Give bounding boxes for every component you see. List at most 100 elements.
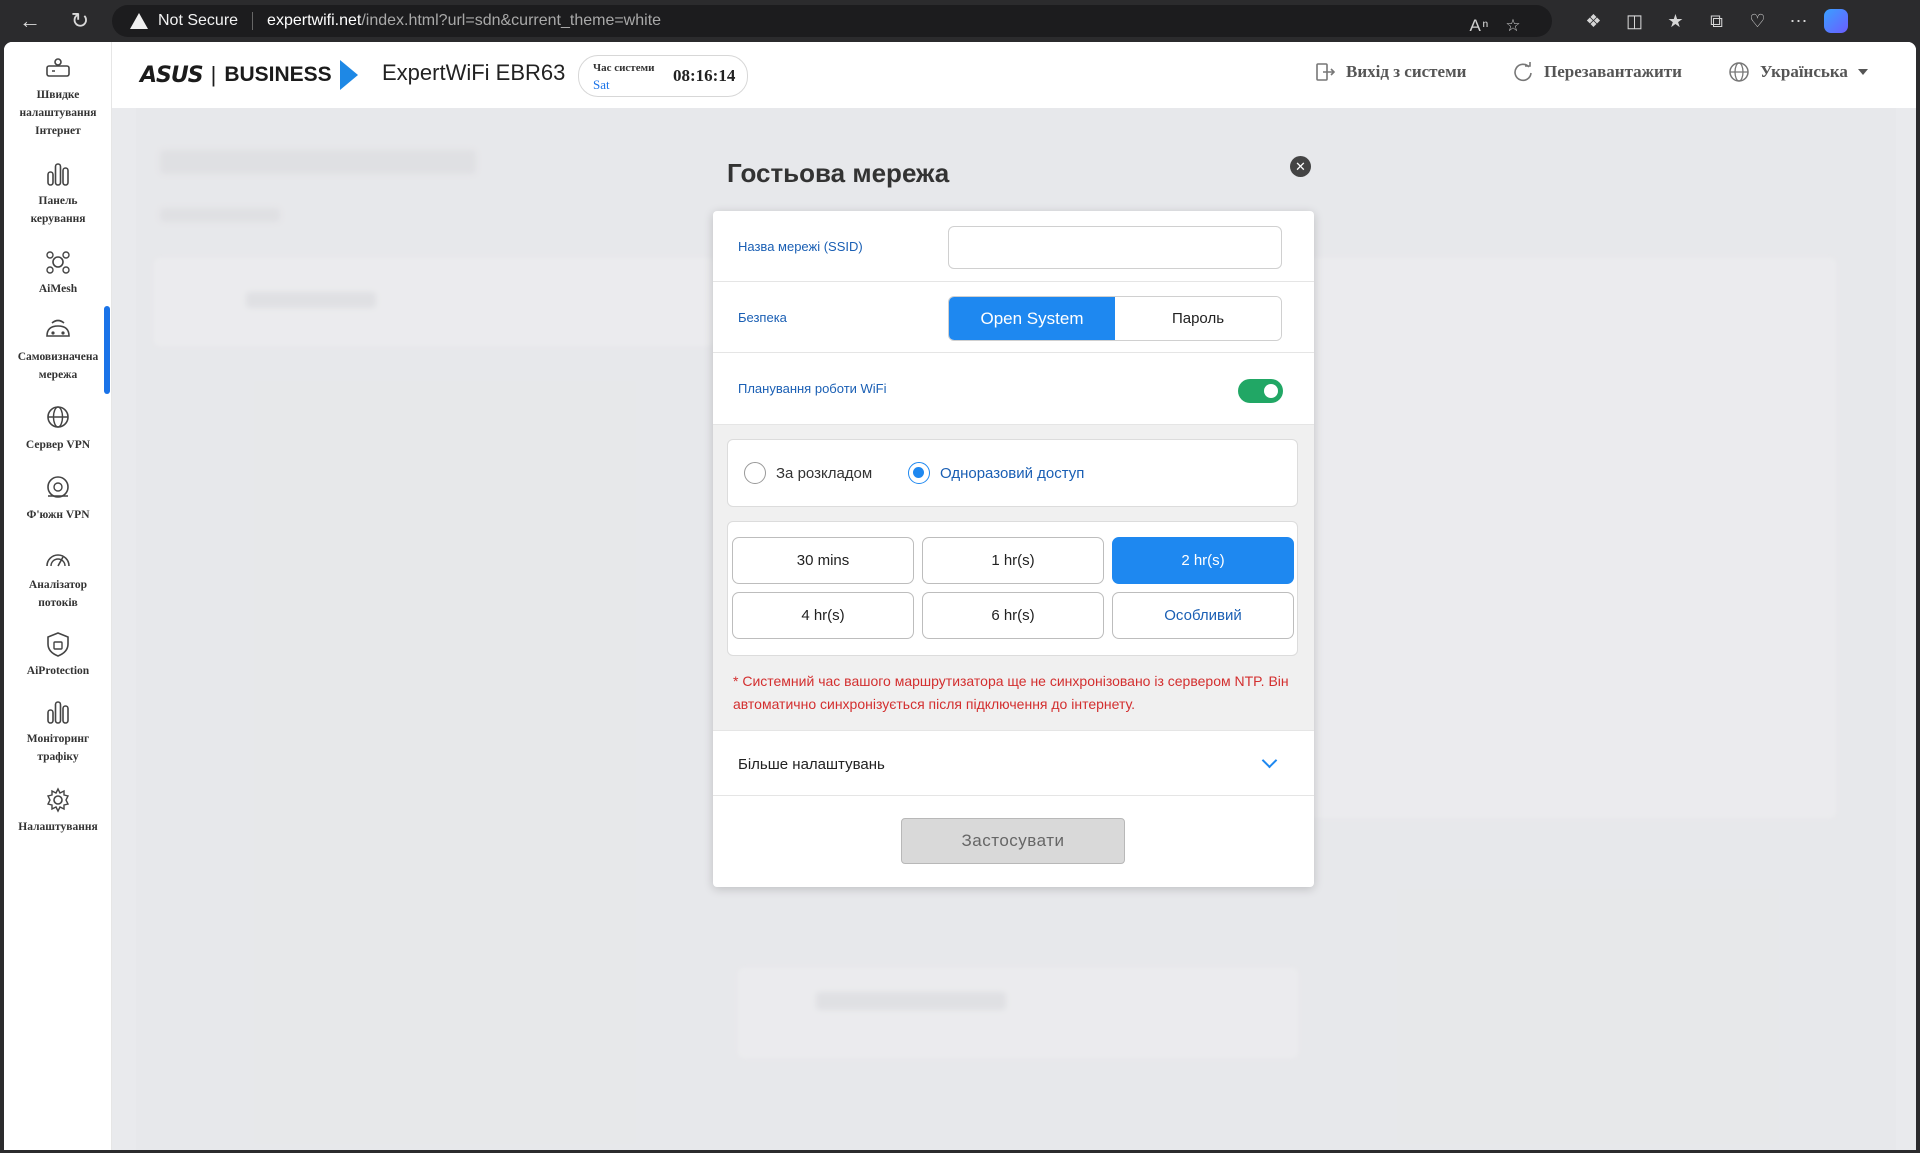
sidebar-item-vpn-server[interactable]: Сервер VPN [4,404,112,454]
split-screen-icon[interactable]: ◫ [1619,6,1650,36]
brand-chevron-icon [339,60,358,90]
url-path: /index.html?url=sdn&current_theme=white [361,12,662,29]
sidebar-item-label: Самовизначена мережа [17,351,99,381]
radio-unchecked-icon [744,462,766,484]
system-time-day: Sat [593,77,610,92]
router-setup-icon [46,58,70,77]
reload-icon[interactable]: ↻ [60,1,100,41]
language-label: Українська [1760,62,1848,81]
security-open-system-option[interactable]: Open System [949,297,1115,340]
sidebar-item-label: Швидке налаштування Інтернет [19,89,97,137]
modal-title: Гостьова мережа [727,158,950,188]
logout-label: Вихід з системи [1346,62,1467,81]
logout-icon [1316,63,1336,81]
duration-30-mins-button[interactable]: 30 mins [732,537,914,584]
sidebar-item-label: AiMesh [38,283,78,295]
wifi-schedule-label: Планування роботи WiFi [738,381,887,396]
sidebar-item-label: AiProtection [26,665,90,677]
security-label: Безпека [738,310,787,325]
sidebar: Швидке налаштування Інтернет Панель керу… [4,42,112,1150]
more-settings-toggle[interactable]: Більше налаштувань [713,730,1314,796]
shield-icon [47,632,69,657]
speedometer-icon [46,554,70,567]
system-time-clock: 08:16:14 [673,66,736,85]
brand-logo[interactable]: ASUS | BUSINESS [140,60,358,90]
language-selector[interactable]: Українська [1728,61,1868,83]
logout-button[interactable]: Вихід з системи [1314,61,1466,83]
asus-logo: ASUS [140,62,204,88]
browser-essentials-icon[interactable]: ♡ [1742,6,1773,36]
sidebar-item-label: Налаштування [18,821,98,833]
network-icon [46,319,70,337]
sidebar-item-flow-analyzer[interactable]: Аналізатор потоків [4,544,112,612]
collections-icon[interactable]: ⧉ [1701,6,1732,36]
vpn-globe-icon [47,406,69,428]
security-segmented-control: Open System Пароль [948,296,1282,341]
copilot-icon[interactable] [1824,9,1848,33]
schedule-mode-card: За розкладом Одноразовий доступ [727,439,1298,507]
more-settings-label: Більше налаштувань [738,756,885,773]
duration-2-hr-button[interactable]: 2 hr(s) [1112,537,1294,584]
sidebar-item-fusion-vpn[interactable]: Ф'южн VPN [4,474,112,524]
browser-toolbar: ← ↻ Not Secure expertwifi.net/index.html… [0,0,1920,42]
device-model: ExpertWiFi EBR63 [382,60,566,85]
back-arrow-icon[interactable]: ← [10,1,50,41]
duration-card: 30 mins 1 hr(s) 2 hr(s) 4 hr(s) 6 hr(s) … [727,521,1298,656]
radio-by-schedule[interactable]: За розкладом [744,462,872,484]
radio-one-time-access[interactable]: Одноразовий доступ [908,462,1084,484]
sidebar-item-label: Сервер VPN [25,439,91,451]
warning-icon [130,13,148,29]
sidebar-item-traffic-monitor[interactable]: Моніторинг трафіку [4,698,112,766]
logo-divider: | [210,62,217,87]
close-icon[interactable]: ✕ [1290,156,1311,177]
bar-chart-icon [47,163,69,186]
sidebar-item-settings[interactable]: Налаштування [4,786,112,836]
system-time-label: Час системи [593,62,655,74]
sidebar-item-label: Моніторинг трафіку [26,733,90,763]
top-header: ASUS | BUSINESS ExpertWiFi EBR63 Час сис… [112,42,1916,108]
sidebar-item-custom-network[interactable]: Самовизначена мережа [4,316,112,384]
wifi-schedule-toggle[interactable] [1238,379,1283,403]
sidebar-item-label: Ф'южн VPN [26,509,90,521]
duration-1-hr-button[interactable]: 1 hr(s) [922,537,1104,584]
system-time-box: Час системи Sat 08:16:14 [578,55,748,97]
business-label: BUSINESS [224,63,332,86]
traffic-chart-icon [47,701,69,724]
sidebar-item-quick-setup[interactable]: Швидке налаштування Інтернет [4,54,112,140]
more-menu-icon[interactable]: ⋯ [1783,6,1814,36]
duration-4-hr-button[interactable]: 4 hr(s) [732,592,914,639]
apply-button[interactable]: Застосувати [901,818,1125,864]
sidebar-item-dashboard[interactable]: Панель керування [4,160,112,228]
duration-custom-button[interactable]: Особливий [1112,592,1294,639]
mesh-icon [46,251,70,274]
ssid-row: Назва мережі (SSID) [713,211,1314,282]
extensions-icon[interactable]: ❖ [1578,6,1609,36]
reboot-icon [1514,62,1532,82]
radio-by-schedule-label: За розкладом [776,464,873,482]
security-password-option[interactable]: Пароль [1115,297,1281,340]
favorite-star-icon[interactable]: ☆ [1498,13,1528,39]
globe-icon [1729,62,1749,82]
sidebar-active-indicator [104,306,110,394]
address-bar[interactable]: Not Secure expertwifi.net/index.html?url… [112,5,1552,37]
sidebar-item-aiprotection[interactable]: AiProtection [4,630,112,680]
sidebar-item-label: Аналізатор потоків [28,579,88,609]
url-host: expertwifi.net [267,12,362,29]
sidebar-item-aimesh[interactable]: AiMesh [4,248,112,298]
radio-checked-icon [908,462,930,484]
page-viewport: Швидке налаштування Інтернет Панель керу… [4,42,1916,1150]
address-separator [252,12,254,30]
read-aloud-icon[interactable]: A ⁿ [1464,13,1494,39]
settings-gear-icon [46,787,70,813]
reboot-button[interactable]: Перезавантажити [1512,61,1682,83]
duration-6-hr-button[interactable]: 6 hr(s) [922,592,1104,639]
ssid-input[interactable] [948,226,1282,269]
ntp-warning-text: * Системний час вашого маршрутизатора ще… [733,673,1289,712]
favorites-icon[interactable]: ★ [1660,6,1691,36]
fusion-vpn-icon [47,476,69,498]
chevron-down-icon [1261,752,1278,769]
security-status[interactable]: Not Secure [158,12,238,30]
wifi-schedule-row: Планування роботи WiFi [713,353,1314,425]
reboot-label: Перезавантажити [1544,62,1682,81]
guest-network-modal: Назва мережі (SSID) Безпека Open System … [713,211,1314,887]
